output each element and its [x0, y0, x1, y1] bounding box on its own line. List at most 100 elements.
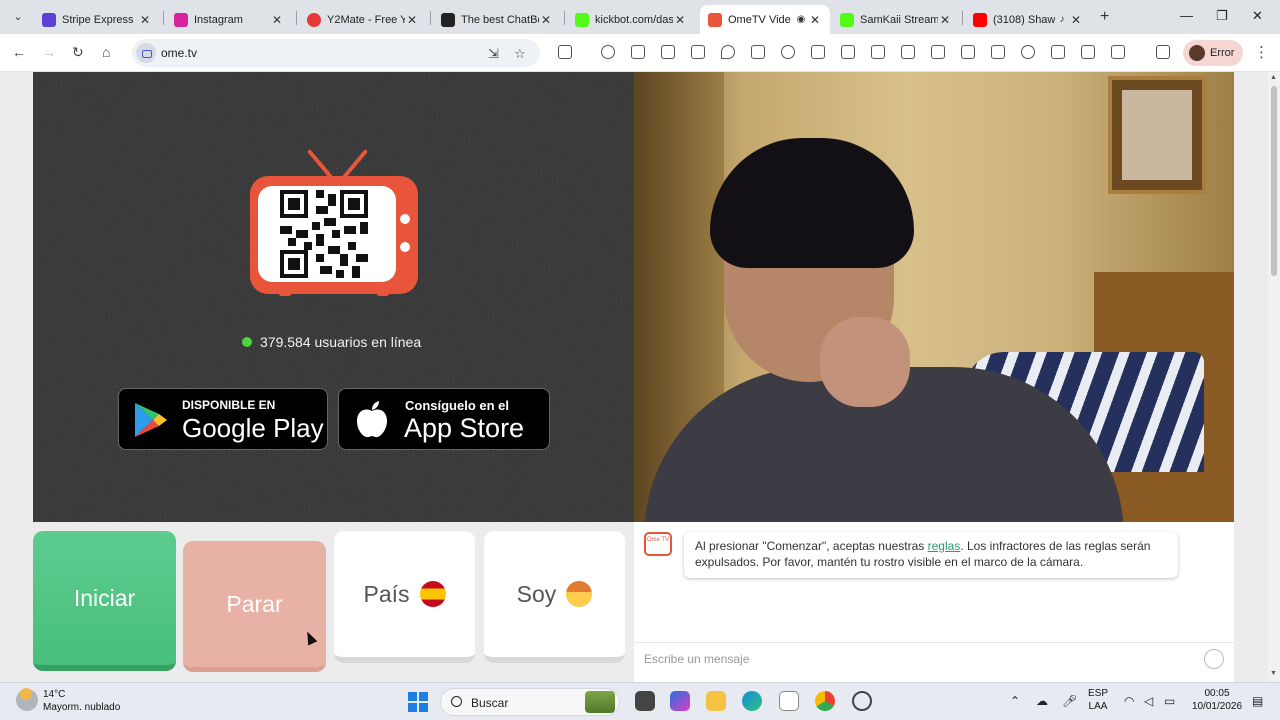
message-placeholder: Escribe un mensaje — [644, 652, 750, 666]
restore-icon[interactable]: ❐ — [1216, 8, 1228, 24]
delete-icon[interactable] — [841, 45, 855, 59]
task-view-icon[interactable] — [635, 691, 655, 711]
close-tab-icon[interactable]: ✕ — [405, 13, 419, 27]
taskbar-search[interactable]: Buscar — [440, 688, 620, 716]
wifi-icon[interactable]: ◠ — [1124, 694, 1134, 708]
clock[interactable]: 00:05 10/01/2026 — [1186, 687, 1248, 713]
show-hidden-icons[interactable]: ⌃ — [1010, 694, 1020, 708]
stop-button[interactable]: Parar — [183, 541, 326, 672]
tab-actions-icon[interactable] — [1156, 45, 1170, 59]
store-icon[interactable] — [779, 691, 799, 711]
minimize-icon[interactable]: — — [1180, 8, 1193, 23]
close-tab-icon[interactable]: ✕ — [938, 13, 952, 27]
tab-title: The best ChatBo — [461, 13, 539, 26]
battery-icon[interactable]: ▭ — [1164, 694, 1175, 708]
back-icon[interactable]: ← — [12, 44, 26, 60]
qr-code-icon[interactable] — [931, 45, 945, 59]
bookmark-star-icon[interactable]: ☆ — [514, 46, 526, 62]
volume-icon[interactable]: ◁ — [1144, 694, 1153, 708]
qr-code[interactable] — [280, 190, 368, 278]
scroll-down-icon[interactable]: ▼ — [1270, 670, 1277, 677]
file-explorer-icon[interactable] — [706, 691, 726, 711]
online-status-dot — [242, 337, 252, 347]
onedrive-cloud-icon[interactable]: ☁ — [1036, 694, 1048, 708]
weather-icon[interactable] — [16, 688, 38, 711]
sidebar-icon[interactable] — [1081, 45, 1095, 59]
chatgpt-icon[interactable] — [852, 691, 872, 711]
static-noise-panel — [33, 72, 634, 522]
tab-stripe-express[interactable]: Stripe Express ✕ — [34, 5, 160, 34]
close-tab-icon[interactable]: ✕ — [539, 13, 553, 27]
browser-toolbar: ← → ↻ ⌂ ome.tv ⇲ ☆ Error ⋮ — [0, 34, 1280, 72]
tab-chatbot[interactable]: The best ChatBo ✕ — [433, 5, 561, 34]
start-button[interactable]: Iniciar — [33, 531, 176, 671]
forward-icon[interactable]: → — [42, 44, 56, 60]
close-tab-icon[interactable]: ✕ — [1069, 13, 1083, 27]
audio-playing-icon[interactable]: ♪ — [1055, 14, 1069, 25]
url-text: ome.tv — [161, 46, 198, 60]
chat-logo-text: Ome TV — [646, 537, 670, 543]
edge-icon[interactable] — [742, 691, 762, 711]
keyboard-layout: LAA — [1088, 701, 1108, 712]
password-key-icon[interactable] — [601, 45, 615, 59]
link-icon[interactable] — [1021, 45, 1035, 59]
profile-error-button[interactable]: Error — [1183, 40, 1243, 66]
country-button[interactable]: País — [334, 531, 475, 663]
tab-instagram[interactable]: Instagram ✕ — [166, 5, 292, 34]
address-bar[interactable]: ome.tv ⇲ ☆ — [132, 39, 540, 67]
reader-mode-icon[interactable] — [961, 45, 975, 59]
close-tab-icon[interactable]: ✕ — [808, 13, 822, 27]
spain-flag-icon — [419, 581, 446, 607]
install-app-icon[interactable]: ⇲ — [488, 46, 499, 62]
print-icon[interactable] — [871, 45, 885, 59]
notifications-icon[interactable]: ▤ — [1252, 694, 1263, 708]
accessibility-icon[interactable] — [661, 45, 675, 59]
online-users-count: 379.584 usuarios en línea — [260, 334, 422, 350]
chrome-icon[interactable] — [815, 691, 835, 711]
tab-ometv[interactable]: OmeTV Vide ◉ ✕ — [700, 5, 830, 34]
tab-y2mate[interactable]: Y2Mate - Free Y ✕ — [299, 5, 427, 34]
close-tab-icon[interactable]: ✕ — [270, 13, 284, 27]
home-icon[interactable]: ⌂ — [102, 44, 110, 60]
location-pin-icon[interactable] — [721, 45, 735, 59]
tab-search-chevron-icon[interactable]: ⌄ — [8, 7, 28, 27]
split-screen-icon[interactable] — [1111, 45, 1125, 59]
scrollbar-thumb[interactable] — [1271, 86, 1277, 276]
close-window-icon[interactable]: ✕ — [1252, 8, 1263, 24]
microphone-icon[interactable]: 🎤︎ — [1062, 694, 1077, 708]
devtools-icon[interactable] — [1051, 45, 1065, 59]
copilot-icon[interactable] — [670, 691, 690, 711]
tab-divider — [163, 11, 164, 25]
translate-icon[interactable] — [901, 45, 915, 59]
reading-list-icon[interactable] — [631, 45, 645, 59]
app-store-button[interactable]: Consíguelo en el App Store — [338, 388, 550, 450]
more-menu-icon[interactable]: ⋮ — [1254, 43, 1269, 61]
favorites-icon[interactable] — [751, 45, 765, 59]
extensions-icon[interactable] — [558, 45, 572, 59]
page-scrollbar[interactable]: ▲ ▼ — [1268, 72, 1280, 682]
tab-kickbot[interactable]: kickbot.com/das ✕ — [567, 5, 695, 34]
windows-start-icon[interactable] — [408, 692, 428, 712]
card-icon[interactable] — [691, 45, 705, 59]
downloads-icon[interactable] — [811, 45, 825, 59]
close-tab-icon[interactable]: ✕ — [138, 13, 152, 27]
gender-button[interactable]: Soy — [484, 531, 625, 663]
history-icon[interactable] — [781, 45, 795, 59]
new-tab-icon[interactable]: + — [1100, 8, 1109, 26]
rules-link[interactable]: reglas — [928, 539, 961, 553]
site-camera-icon[interactable] — [136, 43, 156, 63]
language-indicator[interactable]: ESP LAA — [1088, 687, 1108, 713]
weather-widget[interactable]: 14°C Mayorm. nublado — [43, 688, 120, 714]
google-play-button[interactable]: DISPONIBLE EN Google Play — [118, 388, 328, 450]
tab-youtube[interactable]: (3108) Shaw ♪ ✕ — [965, 5, 1091, 34]
close-tab-icon[interactable]: ✕ — [673, 13, 687, 27]
tv-leg — [376, 290, 390, 296]
y2mate-favicon-icon — [307, 12, 321, 27]
reload-icon[interactable]: ↻ — [72, 44, 84, 61]
message-input[interactable]: Escribe un mensaje — [634, 642, 1234, 674]
cast-icon[interactable] — [991, 45, 1005, 59]
emoji-icon[interactable] — [1204, 649, 1224, 669]
tab-title: (3108) Shaw — [993, 13, 1055, 26]
scroll-up-icon[interactable]: ▲ — [1270, 74, 1277, 81]
tab-samkaii[interactable]: SamKaii Stream ✕ — [832, 5, 960, 34]
